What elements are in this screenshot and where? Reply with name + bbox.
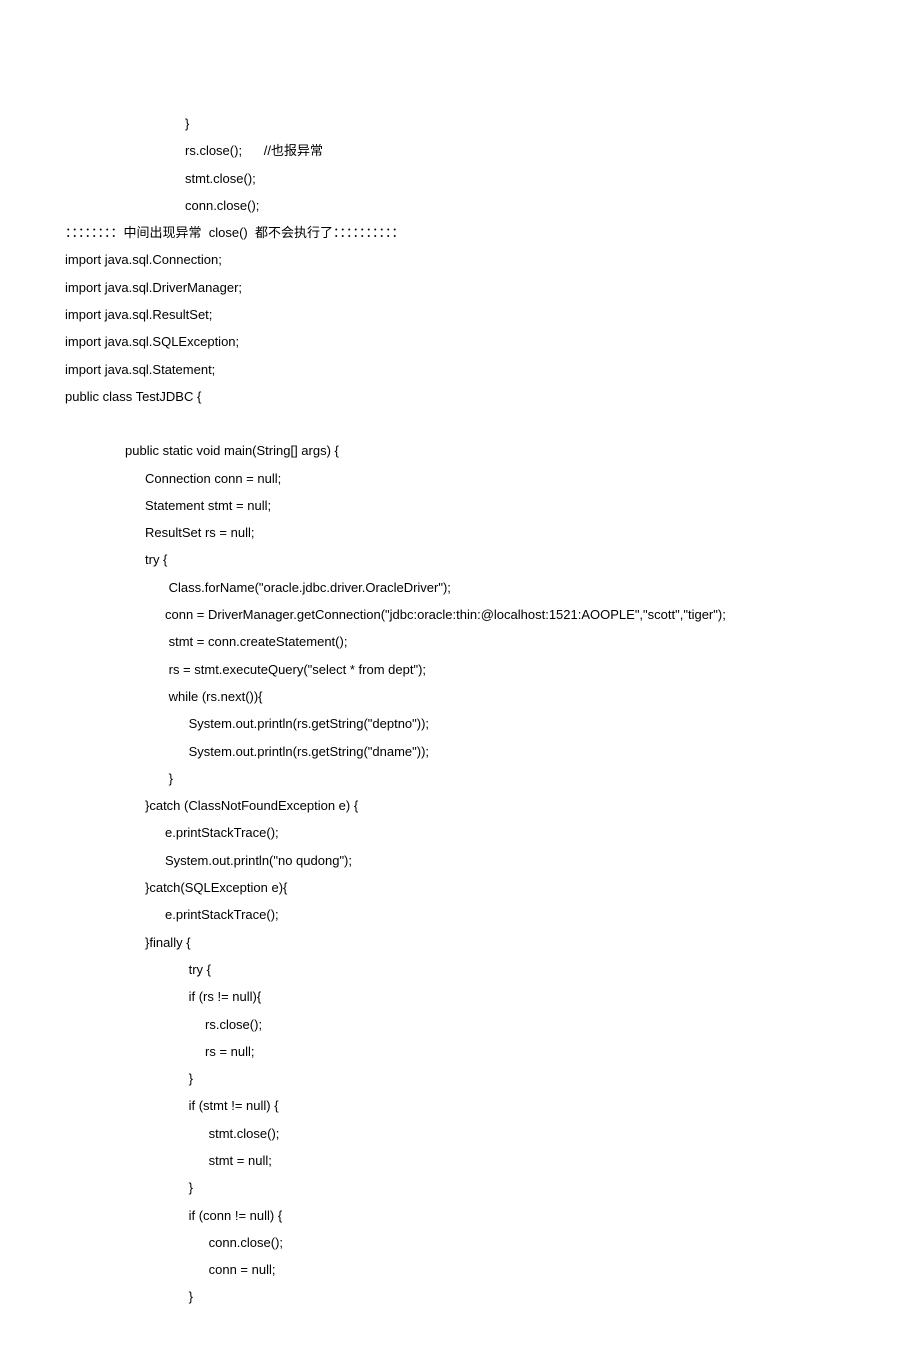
- code-line: }: [65, 1283, 855, 1310]
- code-line: stmt.close();: [65, 165, 855, 192]
- code-line: System.out.println("no qudong");: [65, 847, 855, 874]
- code-line: e.printStackTrace();: [65, 901, 855, 928]
- code-line: e.printStackTrace();: [65, 819, 855, 846]
- code-line: conn = DriverManager.getConnection("jdbc…: [65, 601, 855, 628]
- code-line: ：：：：：：：：中间出现异常 close() 都不会执行了：：：：：：：：：：: [65, 219, 855, 246]
- code-line: }catch (ClassNotFoundException e) {: [65, 792, 855, 819]
- code-line: stmt = null;: [65, 1147, 855, 1174]
- code-line: rs.close(); //也报异常: [65, 137, 855, 164]
- code-line: conn = null;: [65, 1256, 855, 1283]
- code-line: import java.sql.DriverManager;: [65, 274, 855, 301]
- code-line: while (rs.next()){: [65, 683, 855, 710]
- code-line: import java.sql.Connection;: [65, 246, 855, 273]
- code-line: Class.forName("oracle.jdbc.driver.Oracle…: [65, 574, 855, 601]
- code-line: if (conn != null) {: [65, 1202, 855, 1229]
- code-line: if (rs != null){: [65, 983, 855, 1010]
- code-line: try {: [65, 956, 855, 983]
- code-line: }: [65, 110, 855, 137]
- code-line: if (stmt != null) {: [65, 1092, 855, 1119]
- code-document: }rs.close(); //也报异常stmt.close();conn.clo…: [65, 110, 855, 1311]
- blank-line: [65, 410, 855, 437]
- code-line: conn.close();: [65, 192, 855, 219]
- code-line: }catch(SQLException e){: [65, 874, 855, 901]
- code-line: Connection conn = null;: [65, 465, 855, 492]
- code-line: }: [65, 1174, 855, 1201]
- code-line: rs = null;: [65, 1038, 855, 1065]
- code-line: }finally {: [65, 929, 855, 956]
- code-line: System.out.println(rs.getString("dname")…: [65, 738, 855, 765]
- code-line: stmt = conn.createStatement();: [65, 628, 855, 655]
- code-line: public static void main(String[] args) {: [65, 437, 855, 464]
- code-line: public class TestJDBC {: [65, 383, 855, 410]
- code-line: import java.sql.Statement;: [65, 356, 855, 383]
- code-line: }: [65, 1065, 855, 1092]
- code-line: import java.sql.ResultSet;: [65, 301, 855, 328]
- code-line: ResultSet rs = null;: [65, 519, 855, 546]
- code-line: conn.close();: [65, 1229, 855, 1256]
- code-line: import java.sql.SQLException;: [65, 328, 855, 355]
- code-line: }: [65, 765, 855, 792]
- code-line: System.out.println(rs.getString("deptno"…: [65, 710, 855, 737]
- code-line: try {: [65, 546, 855, 573]
- code-line: rs = stmt.executeQuery("select * from de…: [65, 656, 855, 683]
- code-line: stmt.close();: [65, 1120, 855, 1147]
- code-line: Statement stmt = null;: [65, 492, 855, 519]
- code-line: rs.close();: [65, 1011, 855, 1038]
